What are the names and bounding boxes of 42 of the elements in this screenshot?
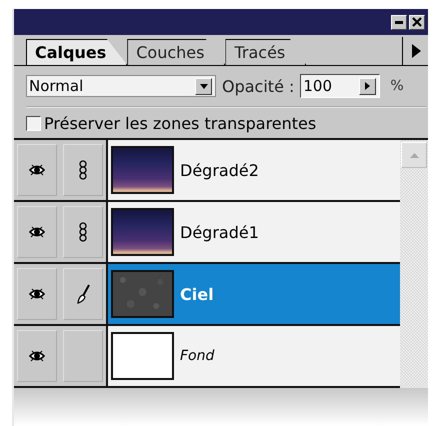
tab[interactable]: Couches bbox=[127, 39, 226, 65]
eye-icon bbox=[29, 163, 45, 177]
checkbox[interactable] bbox=[26, 116, 41, 130]
link-toggle[interactable] bbox=[63, 330, 103, 382]
opacity-label: Opacité : bbox=[222, 76, 294, 96]
layer-row[interactable]: Dégradé1 bbox=[108, 202, 400, 262]
link-toggle[interactable] bbox=[63, 268, 103, 320]
checkbox-label: Préserver les zones transparentes bbox=[44, 114, 316, 132]
eye-icon bbox=[29, 225, 45, 239]
opacity-field[interactable]: 100 bbox=[300, 74, 380, 98]
layer-name: Dégradé1 bbox=[180, 222, 259, 242]
layer-name: Fond bbox=[180, 348, 214, 364]
layer-row[interactable]: Ciel bbox=[108, 264, 400, 324]
play-arrow-icon bbox=[410, 44, 420, 58]
layer-name: Dégradé2 bbox=[180, 160, 259, 180]
percent-label: % bbox=[390, 78, 404, 94]
eye-icon bbox=[29, 287, 45, 301]
link-toggle[interactable] bbox=[63, 144, 103, 196]
tab[interactable]: Calques bbox=[26, 39, 128, 65]
tab[interactable]: Tracés bbox=[225, 39, 306, 65]
close-button[interactable] bbox=[409, 14, 425, 30]
chain-icon bbox=[79, 222, 87, 242]
chain-icon bbox=[79, 160, 87, 180]
layer-row[interactable]: Dégradé2 bbox=[108, 140, 400, 200]
eye-icon bbox=[29, 349, 45, 363]
visibility-toggle[interactable] bbox=[17, 144, 57, 196]
layer-row[interactable]: Fond bbox=[108, 326, 400, 386]
link-toggle[interactable] bbox=[63, 206, 103, 258]
brush-icon bbox=[76, 284, 90, 304]
blend-mode-dropdown[interactable]: Normal bbox=[26, 75, 216, 97]
up-arrow-icon bbox=[410, 152, 418, 158]
minimize-button[interactable] bbox=[391, 14, 407, 30]
layer-thumbnail bbox=[111, 332, 174, 380]
visibility-toggle[interactable] bbox=[17, 206, 57, 258]
layer-name: Ciel bbox=[180, 284, 214, 304]
close-icon bbox=[412, 17, 422, 27]
layer-thumbnail bbox=[111, 270, 174, 318]
scroll-bar[interactable] bbox=[400, 140, 428, 388]
layer-thumbnail bbox=[111, 146, 174, 194]
visibility-toggle[interactable] bbox=[17, 268, 57, 320]
visibility-toggle[interactable] bbox=[17, 330, 57, 382]
layer-thumbnail bbox=[111, 208, 174, 256]
